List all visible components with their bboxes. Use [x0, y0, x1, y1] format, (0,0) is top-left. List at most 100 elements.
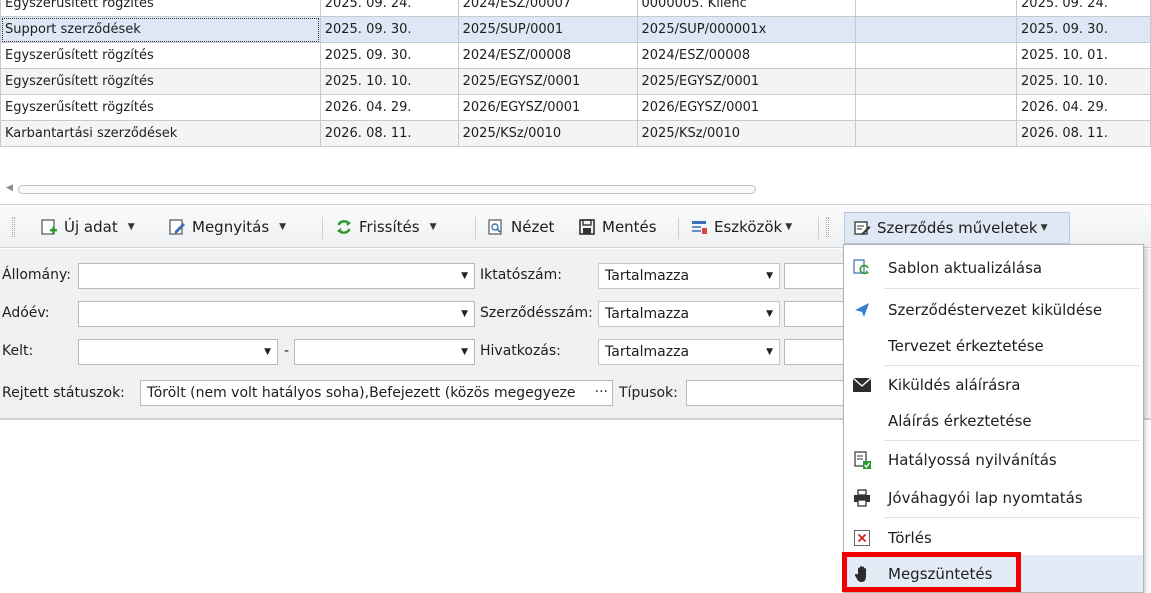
table-cell[interactable]: 2026. 04. 29.	[1016, 94, 1151, 121]
table-cell[interactable]	[855, 68, 1018, 95]
new-button-label: Új adat	[64, 218, 118, 236]
chevron-down-icon[interactable]: ▼	[461, 309, 468, 319]
table-cell[interactable]: 2025/KSz/0010	[636, 120, 857, 147]
menu-separator	[884, 517, 1139, 518]
table-cell[interactable]	[855, 16, 1018, 43]
scroll-left-icon[interactable]: ◀	[6, 183, 13, 193]
kelt-label: Kelt:	[2, 343, 34, 359]
table-cell[interactable]: 2025/SUP/0001	[457, 16, 638, 43]
table-cell[interactable]: 2026. 04. 29.	[319, 94, 459, 121]
table-cell[interactable]: Egyszerűsített rögzítés	[0, 68, 321, 95]
kelt-from-select[interactable]: ▼	[78, 339, 278, 365]
save-button[interactable]: Mentés	[578, 205, 657, 249]
toolbar-grip[interactable]	[12, 217, 15, 237]
allomany-select[interactable]: ▼	[78, 263, 475, 289]
horizontal-scrollbar[interactable]: ◀	[0, 180, 1151, 198]
adoev-label: Adóév:	[2, 305, 50, 321]
chevron-down-icon[interactable]: ▼	[785, 222, 792, 232]
table-cell[interactable]: 2024/ESZ/00008	[636, 42, 857, 69]
table-cell[interactable]: 0000005. Kilenc	[636, 0, 857, 17]
menu-item-send-draft[interactable]: Szerződéstervezet kiküldése	[844, 291, 1143, 328]
template-refresh-icon	[852, 258, 872, 278]
menu-item-make-effective[interactable]: Hatályossá nyilvánítás	[844, 441, 1143, 478]
table-row[interactable]: Support szerződések 2025. 09. 30. 2025/SUP…	[0, 16, 1151, 43]
table-cell[interactable]: 2025. 09. 30.	[319, 16, 459, 43]
szerzodesszam-mode-select[interactable]: Tartalmazza ▼	[598, 301, 780, 327]
chevron-down-icon[interactable]: ▼	[1041, 223, 1048, 233]
table-cell[interactable]: 2025/EGYSZ/0001	[457, 68, 638, 95]
highlight-annotation	[842, 552, 1021, 592]
chevron-down-icon[interactable]: ▼	[128, 222, 135, 232]
table-cell[interactable]: 2025. 10. 10.	[319, 68, 459, 95]
edit-document-icon	[168, 218, 186, 236]
new-button[interactable]: Új adat ▼	[40, 205, 135, 249]
table-cell[interactable]: 2024/ESZ/00007	[457, 0, 638, 17]
table-cell[interactable]: 2025. 09. 24.	[1016, 0, 1151, 17]
menu-item-print-approval[interactable]: Jóváhagyói lap nyomtatás	[844, 479, 1143, 516]
chevron-down-icon[interactable]: ▼	[766, 271, 773, 281]
table-cell[interactable]: 2025. 09. 30.	[1016, 16, 1151, 43]
table-row[interactable]: Egyszerűsített rögzítés 2025. 09. 24. 2024…	[0, 0, 1151, 17]
chevron-down-icon[interactable]: ▼	[461, 271, 468, 281]
chevron-down-icon[interactable]: ▼	[279, 222, 286, 232]
types-label: Típusok:	[619, 385, 678, 401]
types-field[interactable]	[686, 380, 844, 406]
menu-item-receive-signature[interactable]: Aláírás érkeztetése	[844, 402, 1143, 439]
hivatkozas-input[interactable]	[784, 339, 844, 365]
table-row[interactable]: Egyszerűsített rögzítés 2026. 04. 29. 2026…	[0, 94, 1151, 121]
hidden-status-field[interactable]: Törölt (nem volt hatályos soha),Befejeze…	[140, 380, 613, 406]
menu-item-delete[interactable]: Törlés	[844, 519, 1143, 556]
chevron-down-icon[interactable]: ▼	[461, 347, 468, 357]
toolbar-separator	[678, 217, 679, 239]
scroll-thumb[interactable]	[18, 185, 756, 194]
table-cell[interactable]: 2026. 08. 11.	[1016, 120, 1151, 147]
table-cell[interactable]: Egyszerűsített rögzítés	[0, 94, 321, 121]
table-cell[interactable]: 2026/EGYSZ/0001	[457, 94, 638, 121]
chevron-down-icon[interactable]: ▼	[430, 222, 437, 232]
document-check-icon	[852, 450, 872, 470]
chevron-down-icon[interactable]: ▼	[766, 347, 773, 357]
table-cell[interactable]: Support szerződések	[0, 16, 321, 43]
table-cell[interactable]: 2025/SUP/000001x	[636, 16, 857, 43]
table-cell[interactable]: 2025. 09. 30.	[319, 42, 459, 69]
table-cell[interactable]: 2025. 10. 10.	[1016, 68, 1151, 95]
table-cell[interactable]	[855, 42, 1018, 69]
table-cell[interactable]	[855, 0, 1018, 17]
menu-item-receive-draft[interactable]: Tervezet érkeztetése	[844, 327, 1143, 364]
menu-item-send-for-signature[interactable]: Kiküldés aláírásra	[844, 366, 1143, 403]
table-cell[interactable]: 2026/EGYSZ/0001	[636, 94, 857, 121]
tools-button[interactable]: Eszközök ▼	[690, 205, 792, 249]
hivatkozas-mode-select[interactable]: Tartalmazza ▼	[598, 339, 780, 365]
menu-item-label: Szerződéstervezet kiküldése	[888, 300, 1103, 319]
szerzodesszam-input[interactable]	[784, 301, 844, 327]
table-row[interactable]: Egyszerűsített rögzítés 2025. 10. 10. 2025…	[0, 68, 1151, 95]
refresh-button[interactable]: Frissítés ▼	[335, 205, 437, 249]
table-row[interactable]: Egyszerűsített rögzítés 2025. 09. 30. 2024…	[0, 42, 1151, 69]
table-cell[interactable]: Egyszerűsített rögzítés	[0, 0, 321, 17]
menu-item-template-refresh[interactable]: Sablon aktualizálása	[844, 249, 1143, 286]
view-button[interactable]: Nézet	[487, 205, 554, 249]
iktatoszam-input[interactable]	[784, 263, 844, 289]
send-plane-icon	[852, 300, 872, 320]
iktatoszam-mode-value: Tartalmazza	[605, 268, 690, 284]
toolbar-grip[interactable]	[826, 217, 829, 237]
iktatoszam-mode-select[interactable]: Tartalmazza ▼	[598, 263, 780, 289]
more-options-icon[interactable]: ···	[595, 384, 608, 400]
table-cell[interactable]: 2026. 08. 11.	[319, 120, 459, 147]
chevron-down-icon[interactable]: ▼	[766, 309, 773, 319]
table-cell[interactable]: Egyszerűsített rögzítés	[0, 42, 321, 69]
adoev-select[interactable]: ▼	[78, 301, 475, 327]
table-cell[interactable]: 2024/ESZ/00008	[457, 42, 638, 69]
table-cell[interactable]: 2025/EGYSZ/0001	[636, 68, 857, 95]
table-cell[interactable]: Karbantartási szerződések	[0, 120, 321, 147]
table-row[interactable]: Karbantartási szerződések 2026. 08. 11. 20…	[0, 120, 1151, 147]
table-cell[interactable]: 2025. 10. 01.	[1016, 42, 1151, 69]
table-cell[interactable]: 2025. 09. 24.	[319, 0, 459, 17]
open-button[interactable]: Megnyitás ▼	[168, 205, 286, 249]
table-cell[interactable]: 2025/KSz/0010	[457, 120, 638, 147]
kelt-to-select[interactable]: ▼	[294, 339, 475, 365]
chevron-down-icon[interactable]: ▼	[264, 347, 271, 357]
tools-grid-icon	[690, 218, 708, 236]
table-cell[interactable]	[855, 120, 1018, 147]
table-cell[interactable]	[855, 94, 1018, 121]
